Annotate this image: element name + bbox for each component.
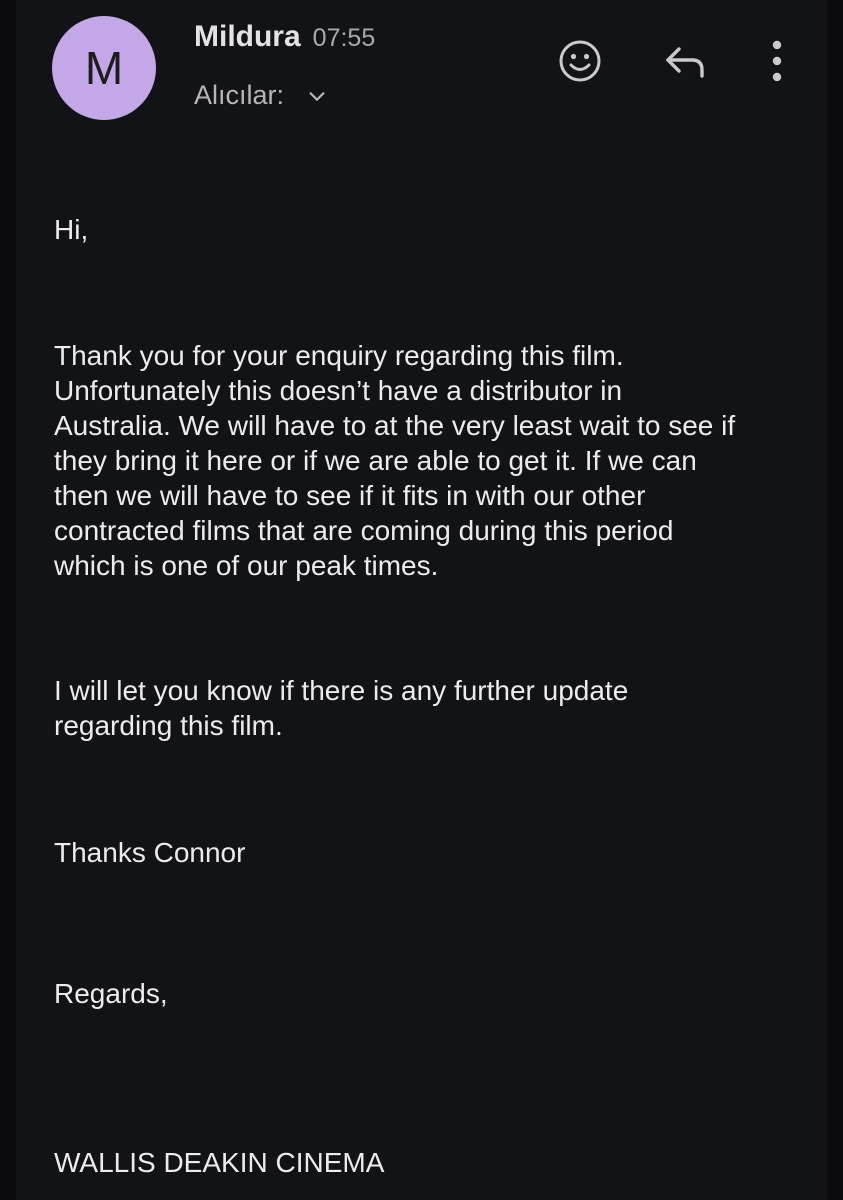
screen-edge-left xyxy=(0,0,16,1200)
message-time: 07:55 xyxy=(312,24,376,52)
reply-icon xyxy=(666,47,704,78)
emoji-reaction-icon xyxy=(559,40,601,82)
message-thanks: Thanks Connor xyxy=(54,837,246,868)
add-reaction-button[interactable] xyxy=(552,36,608,86)
recipients-label: Alıcılar: xyxy=(194,80,285,110)
message-paragraph: I will let you know if there is any furt… xyxy=(54,675,629,741)
sender-avatar[interactable]: M xyxy=(52,16,156,120)
message-signature: WALLIS DEAKIN CINEMA xyxy=(54,1147,385,1178)
more-vert-icon xyxy=(772,40,782,82)
message-greeting: Hi, xyxy=(54,214,89,245)
reply-button[interactable] xyxy=(658,36,714,86)
chevron-down-icon xyxy=(309,91,325,101)
message-paragraph: Thank you for your enquiry regarding thi… xyxy=(54,340,736,581)
sender-name[interactable]: Mildura xyxy=(194,20,301,54)
message-regards: Regards, xyxy=(54,978,168,1009)
recipients-toggle[interactable]: Alıcılar: xyxy=(194,80,328,111)
sender-line: Mildura 07:55 xyxy=(194,20,375,54)
more-options-button[interactable] xyxy=(752,34,802,88)
avatar-letter: M xyxy=(84,42,124,94)
screen-edge-right xyxy=(827,0,843,1200)
email-view: M Mildura 07:55 Alıcılar: Hi, Thank you … xyxy=(0,0,843,1200)
